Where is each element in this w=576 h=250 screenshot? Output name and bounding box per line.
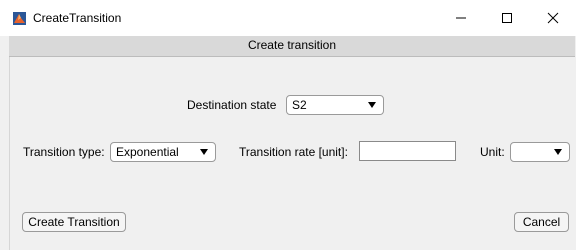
transition-rate-label: Transition rate [unit]: <box>239 145 348 159</box>
destination-state-label: Destination state <box>187 98 277 112</box>
transition-type-dropdown[interactable]: Exponential <box>110 142 216 162</box>
panel-left-border <box>0 36 10 250</box>
transition-rate-input[interactable] <box>359 141 456 161</box>
transition-type-value: Exponential <box>116 145 179 159</box>
unit-dropdown[interactable] <box>510 142 570 162</box>
destination-state-value: S2 <box>292 98 307 112</box>
matlab-app-icon <box>13 12 26 25</box>
minimize-icon <box>456 17 466 19</box>
chevron-down-icon <box>368 102 376 108</box>
panel-title: Create transition <box>9 36 575 57</box>
close-icon <box>547 12 559 24</box>
cancel-button[interactable]: Cancel <box>514 212 569 232</box>
maximize-button[interactable] <box>484 0 530 36</box>
window-title: CreateTransition <box>33 11 122 25</box>
transition-type-label: Transition type: <box>23 145 105 159</box>
maximize-icon <box>502 13 512 23</box>
chevron-down-icon <box>554 149 562 155</box>
close-button[interactable] <box>530 0 576 36</box>
title-bar: CreateTransition <box>0 0 576 36</box>
minimize-button[interactable] <box>438 0 484 36</box>
destination-state-dropdown[interactable]: S2 <box>286 95 384 115</box>
create-transition-button[interactable]: Create Transition <box>22 212 126 232</box>
chevron-down-icon <box>200 149 208 155</box>
unit-label: Unit: <box>480 145 505 159</box>
